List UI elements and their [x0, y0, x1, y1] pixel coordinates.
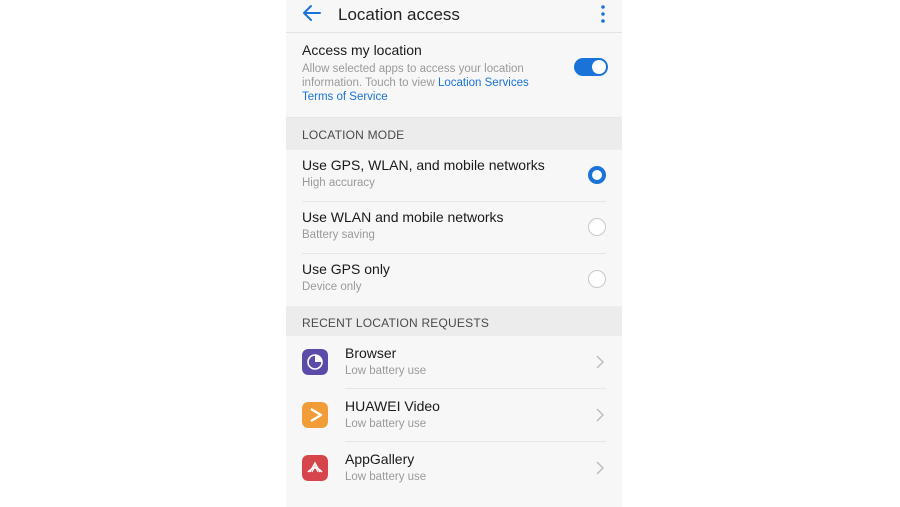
- chevron-right-icon: [596, 461, 604, 475]
- mode-subtitle: High accuracy: [302, 177, 375, 189]
- app-bar: Location access: [286, 0, 622, 33]
- app-name: HUAWEI Video: [345, 398, 440, 414]
- appgallery-icon: [302, 455, 328, 481]
- mode-title: Use WLAN and mobile networks: [302, 209, 504, 225]
- recent-requests-header: RECENT LOCATION REQUESTS: [286, 306, 622, 336]
- mode-subtitle: Battery saving: [302, 229, 375, 241]
- radio-unselected[interactable]: [588, 270, 606, 288]
- app-row-appgallery[interactable]: AppGallery Low battery use: [286, 442, 622, 495]
- mode-option-battery-saving[interactable]: Use WLAN and mobile networks Battery sav…: [286, 202, 622, 254]
- app-usage: Low battery use: [345, 365, 427, 377]
- more-vert-icon[interactable]: [598, 3, 608, 25]
- arrow-left-icon[interactable]: [301, 2, 323, 24]
- access-title: Access my location: [302, 42, 422, 58]
- chevron-right-icon: [596, 408, 604, 422]
- mode-option-high-accuracy[interactable]: Use GPS, WLAN, and mobile networks High …: [286, 150, 622, 202]
- phone-screen: Location access Access my location Allow…: [286, 0, 622, 507]
- location-mode-header: LOCATION MODE: [286, 118, 622, 150]
- mode-title: Use GPS only: [302, 261, 390, 277]
- location-services-link[interactable]: Location Services: [438, 77, 529, 89]
- radio-selected[interactable]: [588, 166, 606, 184]
- app-usage: Low battery use: [345, 418, 427, 430]
- access-description: Allow selected apps to access your locat…: [302, 62, 552, 104]
- app-name: AppGallery: [345, 451, 415, 467]
- app-row-browser[interactable]: Browser Low battery use: [286, 336, 622, 389]
- app-row-huawei-video[interactable]: HUAWEI Video Low battery use: [286, 389, 622, 442]
- chevron-right-icon: [596, 355, 604, 369]
- location-mode-header-label: LOCATION MODE: [302, 128, 405, 142]
- access-location-toggle[interactable]: [574, 58, 608, 76]
- mode-option-device-only[interactable]: Use GPS only Device only: [286, 254, 622, 306]
- page-title: Location access: [338, 5, 460, 24]
- mode-title: Use GPS, WLAN, and mobile networks: [302, 157, 545, 173]
- radio-unselected[interactable]: [588, 218, 606, 236]
- toggle-knob: [592, 60, 606, 74]
- browser-icon: [302, 349, 328, 375]
- access-my-location-row[interactable]: Access my location Allow selected apps t…: [286, 33, 622, 118]
- recent-requests-header-label: RECENT LOCATION REQUESTS: [302, 316, 490, 330]
- terms-of-service-link[interactable]: Terms of Service: [302, 91, 388, 103]
- video-play-icon: [302, 402, 328, 428]
- app-usage: Low battery use: [345, 471, 427, 483]
- mode-subtitle: Device only: [302, 281, 362, 293]
- app-name: Browser: [345, 345, 397, 361]
